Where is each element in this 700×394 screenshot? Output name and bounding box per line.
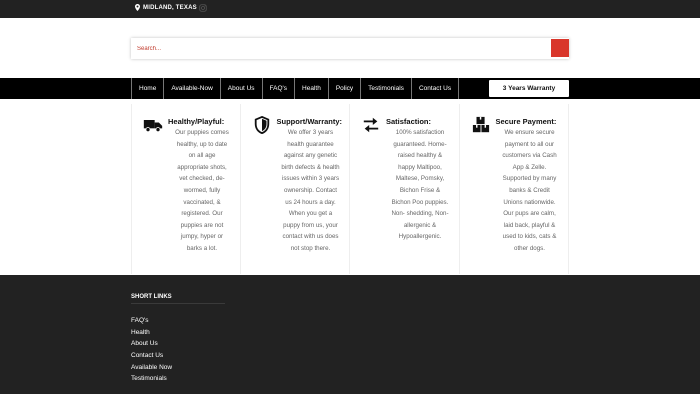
nav-item-policy[interactable]: Policy — [329, 78, 362, 99]
shield-icon — [254, 116, 269, 134]
feature-text-line: used to kids, cats & — [502, 233, 557, 241]
main-nav: Home Available-Now About Us FAQ's Health… — [0, 78, 700, 99]
nav-item-available-now[interactable]: Available-Now — [164, 78, 221, 99]
feature-text-line: on all age — [188, 152, 216, 160]
footer-link-testimonials[interactable]: Testimonials — [131, 373, 172, 385]
feature-payment: Secure Payment: We ensure secure payment … — [460, 104, 570, 274]
footer-link-about-us[interactable]: About Us — [131, 338, 172, 350]
search-bar — [131, 38, 569, 59]
feature-text-line: We ensure secure — [504, 129, 555, 136]
feature-text-line: healthy, up to date — [176, 140, 228, 148]
header — [0, 18, 700, 78]
feature-text-line: When you get a — [288, 210, 333, 218]
feature-text-line: wormed, fully — [183, 186, 221, 194]
feature-text: We offer 3 years health guarantee against … — [271, 127, 351, 255]
feature-text-line: We offer 3 years — [287, 129, 334, 136]
feature-text-line: vaccinated, & — [183, 198, 221, 206]
feature-text-line: Unions nationwide. — [503, 198, 556, 206]
footer-link-contact-us[interactable]: Contact Us — [131, 350, 172, 362]
feature-title: Satisfaction: — [386, 117, 432, 126]
feature-text-line: banks & Credit — [509, 186, 550, 194]
feature-text-line: laid back, playful & — [503, 221, 556, 229]
feature-text-line: Hypoallergenic. — [398, 233, 442, 241]
boxes-icon — [472, 116, 489, 133]
nav-item-contact-us[interactable]: Contact Us — [412, 78, 460, 99]
footer-link-available-now[interactable]: Available Now — [131, 362, 172, 374]
footer-link-faqs[interactable]: FAQ's — [131, 315, 172, 327]
nav-menu: Home Available-Now About Us FAQ's Health… — [131, 78, 460, 99]
feature-text-line: allergenic & — [403, 221, 437, 229]
nav-item-health[interactable]: Health — [295, 78, 329, 99]
feature-text-line: barks a lot. — [186, 244, 218, 252]
feature-text-line: not stop there. — [290, 244, 331, 252]
features-section: Healthy/Playful: Our puppies comes health… — [131, 104, 569, 274]
feature-text-line: App & Zelle. — [512, 163, 547, 171]
feature-text-line: Our pups are calm, — [503, 210, 556, 218]
feature-text-line: vet checked, de- — [179, 175, 225, 183]
feature-text-line: payment to all our — [504, 140, 555, 148]
feature-text-line: us 24 hours a day. — [285, 198, 336, 206]
feature-text-line: issues within 3 years — [281, 175, 340, 183]
short-links-heading: SHORT LINKS — [131, 294, 172, 300]
exchange-icon — [363, 117, 379, 133]
search-input[interactable] — [131, 38, 531, 59]
feature-text-line: contact with us does — [282, 233, 339, 241]
divider — [131, 303, 225, 304]
feature-text-line: ownership. Contact — [284, 186, 337, 194]
feature-text-line: other dogs. — [514, 244, 545, 252]
feature-satisfaction: Satisfaction: 100% satisfaction guarantee… — [350, 104, 460, 274]
feature-text-line: Bichon Frise & — [399, 186, 441, 194]
feature-text-line: Maltese, Pomsky, — [395, 175, 445, 183]
short-links-list: FAQ's Health About Us Contact Us Availab… — [131, 315, 172, 385]
search-button[interactable] — [551, 39, 569, 57]
feature-text-line: jumpy, hyper or — [180, 233, 224, 241]
feature-text-line: Non- shedding, Non- — [391, 210, 449, 218]
footer-link-health[interactable]: Health — [131, 327, 172, 339]
feature-support: Support/Warranty: We offer 3 years health… — [241, 104, 351, 274]
feature-text-line: against any genetic — [283, 152, 338, 160]
map-pin-icon — [135, 4, 140, 11]
feature-title: Support/Warranty: — [276, 117, 343, 126]
nav-item-faqs[interactable]: FAQ's — [263, 78, 296, 99]
top-bar: MIDLAND, TEXAS — [0, 0, 700, 18]
feature-text-line: customers via Cash — [502, 152, 557, 160]
feature-text-line: birth defects & health — [281, 163, 340, 171]
feature-title: Healthy/Playful: — [168, 117, 225, 126]
feature-text-line: Bichon Poo puppies. — [391, 198, 449, 206]
location-text: MIDLAND, TEXAS — [143, 4, 197, 11]
feature-text-line: raised healthy & — [397, 152, 443, 160]
feature-text: 100% satisfaction guaranteed. Home-raised… — [380, 127, 460, 243]
footer: SHORT LINKS FAQ's Health About Us Contac… — [0, 275, 700, 394]
feature-text-line: health guarantee — [287, 140, 334, 148]
truck-icon — [143, 120, 163, 133]
warranty-button[interactable]: 3 Years Warranty — [489, 80, 569, 97]
feature-text-line: registered. Our — [181, 210, 223, 218]
feature-text: Our puppies comes healthy, up to date on a… — [162, 127, 242, 255]
feature-text: We ensure secure payment to all our custom… — [490, 127, 570, 255]
feature-text-line: happy Maltipoo, — [398, 163, 442, 171]
nav-item-about-us[interactable]: About Us — [221, 78, 263, 99]
feature-title: Secure Payment: — [495, 117, 557, 126]
instagram-icon[interactable] — [199, 4, 207, 12]
feature-text-line: 100% satisfaction — [395, 129, 445, 136]
feature-text-line: puppy from us, your — [283, 221, 338, 229]
location: MIDLAND, TEXAS — [135, 4, 197, 11]
feature-text-line: puppies are not — [180, 221, 224, 229]
feature-healthy: Healthy/Playful: Our puppies comes health… — [131, 104, 241, 274]
feature-text-line: Supported by many — [502, 175, 557, 183]
feature-text-line: appropriate shots, — [177, 163, 227, 171]
nav-item-home[interactable]: Home — [132, 78, 165, 99]
feature-text-line: guaranteed. Home- — [393, 140, 447, 148]
feature-text-line: Our puppies comes — [175, 129, 229, 136]
nav-item-testimonials[interactable]: Testimonials — [361, 78, 412, 99]
